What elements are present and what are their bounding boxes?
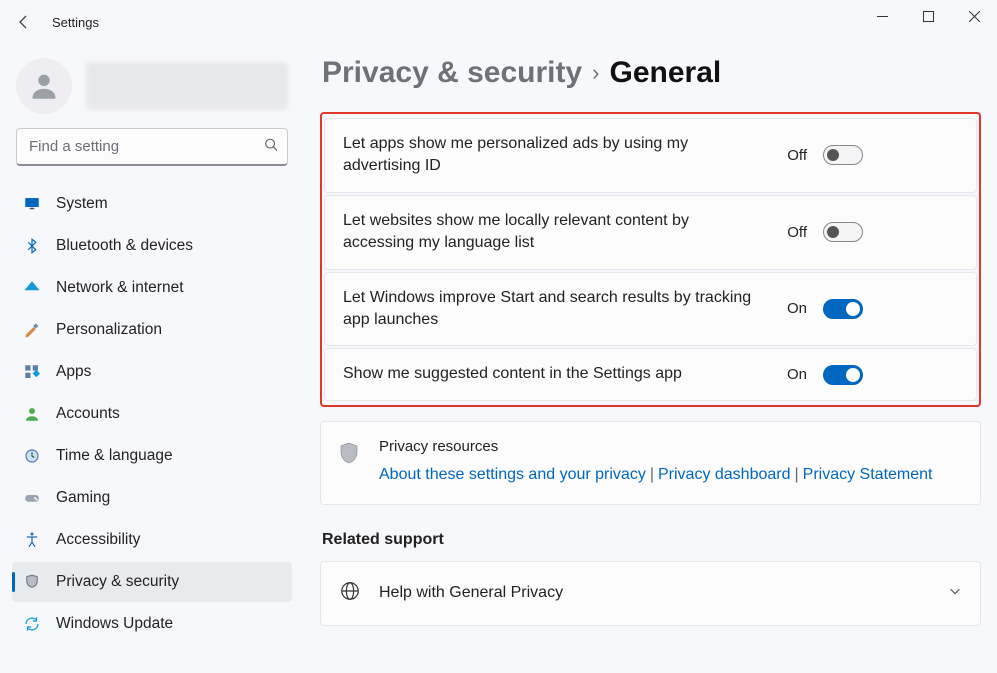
sidebar-item-accessibility[interactable]: Accessibility (12, 520, 292, 560)
sidebar-item-system[interactable]: System (12, 184, 292, 224)
shield-icon (22, 572, 42, 592)
shield-icon (339, 438, 361, 488)
general-toggles-group: Let apps show me personalized ads by usi… (320, 112, 981, 407)
minimize-icon (877, 11, 888, 22)
toggle-switch[interactable] (823, 222, 863, 242)
toggle-state-label: On (779, 300, 807, 317)
avatar (16, 58, 72, 114)
apps-icon (22, 362, 42, 382)
sidebar-item-apps[interactable]: Apps (12, 352, 292, 392)
person-icon (22, 404, 42, 424)
privacy-resource-link[interactable]: Privacy Statement (803, 466, 933, 483)
setting-row-2: Let Windows improve Start and search res… (324, 272, 977, 347)
privacy-resources-body: Privacy resources About these settings a… (379, 438, 932, 488)
bluetooth-icon (22, 236, 42, 256)
help-general-privacy[interactable]: Help with General Privacy (320, 561, 981, 626)
setting-label: Let apps show me personalized ads by usi… (343, 133, 763, 178)
help-label: Help with General Privacy (379, 584, 930, 602)
close-icon (969, 11, 980, 22)
main-content: Privacy & security › General Let apps sh… (300, 44, 997, 673)
setting-label: Let websites show me locally relevant co… (343, 210, 763, 255)
setting-row-0: Let apps show me personalized ads by usi… (324, 118, 977, 193)
back-button[interactable] (10, 8, 38, 36)
privacy-resource-link[interactable]: About these settings and your privacy (379, 466, 646, 483)
sidebar-item-label: Apps (56, 363, 91, 381)
sidebar-item-time[interactable]: Time & language (12, 436, 292, 476)
maximize-icon (923, 11, 934, 22)
toggle-state-label: Off (779, 147, 807, 164)
toggle-switch[interactable] (823, 145, 863, 165)
privacy-resources-links: About these settings and your privacy|Pr… (379, 461, 932, 488)
setting-row-1: Let websites show me locally relevant co… (324, 195, 977, 270)
update-icon (22, 614, 42, 634)
sidebar-item-update[interactable]: Windows Update (12, 604, 292, 644)
sidebar-item-label: Accessibility (56, 531, 140, 549)
profile-block[interactable] (16, 58, 288, 114)
sidebar-item-label: Gaming (56, 489, 110, 507)
breadcrumb-parent[interactable]: Privacy & security (322, 56, 582, 90)
person-icon (27, 69, 61, 103)
link-separator: | (650, 466, 654, 483)
monitor-icon (22, 194, 42, 214)
toggle-state-label: Off (779, 224, 807, 241)
sidebar-item-accounts[interactable]: Accounts (12, 394, 292, 434)
nav-list: System Bluetooth & devices Network & int… (12, 184, 292, 644)
wifi-icon (22, 278, 42, 298)
search-box (16, 128, 288, 166)
maximize-button[interactable] (905, 0, 951, 32)
sidebar-item-gaming[interactable]: Gaming (12, 478, 292, 518)
toggle-state-label: On (779, 366, 807, 383)
search-icon (264, 138, 278, 157)
privacy-resources-heading: Privacy resources (379, 438, 932, 455)
profile-name-redacted (86, 62, 288, 110)
setting-row-3: Show me suggested content in the Setting… (324, 348, 977, 400)
sidebar-item-personalize[interactable]: Personalization (12, 310, 292, 350)
toggle-switch[interactable] (823, 299, 863, 319)
toggle-switch[interactable] (823, 365, 863, 385)
search-input[interactable] (16, 128, 288, 166)
close-button[interactable] (951, 0, 997, 32)
breadcrumb-current: General (609, 56, 721, 90)
sidebar-item-label: Bluetooth & devices (56, 237, 193, 255)
link-separator: | (795, 466, 799, 483)
sidebar-item-label: Time & language (56, 447, 173, 465)
sidebar-item-label: Windows Update (56, 615, 173, 633)
privacy-resources-card: Privacy resources About these settings a… (320, 421, 981, 505)
accessibility-icon (22, 530, 42, 550)
sidebar-item-label: Personalization (56, 321, 162, 339)
sidebar-item-label: Accounts (56, 405, 120, 423)
app-title: Settings (52, 15, 99, 30)
chevron-right-icon: › (592, 60, 599, 86)
titlebar: Settings (0, 0, 997, 44)
sidebar: System Bluetooth & devices Network & int… (0, 44, 300, 673)
arrow-left-icon (16, 14, 32, 30)
window-controls (859, 0, 997, 32)
breadcrumb: Privacy & security › General (322, 56, 981, 90)
sidebar-item-network[interactable]: Network & internet (12, 268, 292, 308)
sidebar-item-privacy[interactable]: Privacy & security (12, 562, 292, 602)
privacy-resource-link[interactable]: Privacy dashboard (658, 466, 791, 483)
chevron-down-icon (948, 584, 962, 603)
globe-help-icon (339, 580, 361, 607)
minimize-button[interactable] (859, 0, 905, 32)
sidebar-item-label: System (56, 195, 108, 213)
gamepad-icon (22, 488, 42, 508)
sidebar-item-label: Privacy & security (56, 573, 179, 591)
setting-label: Show me suggested content in the Setting… (343, 363, 763, 385)
sidebar-item-label: Network & internet (56, 279, 184, 297)
globe-clock-icon (22, 446, 42, 466)
setting-label: Let Windows improve Start and search res… (343, 287, 763, 332)
sidebar-item-bluetooth[interactable]: Bluetooth & devices (12, 226, 292, 266)
brush-icon (22, 320, 42, 340)
related-support-heading: Related support (322, 531, 981, 549)
